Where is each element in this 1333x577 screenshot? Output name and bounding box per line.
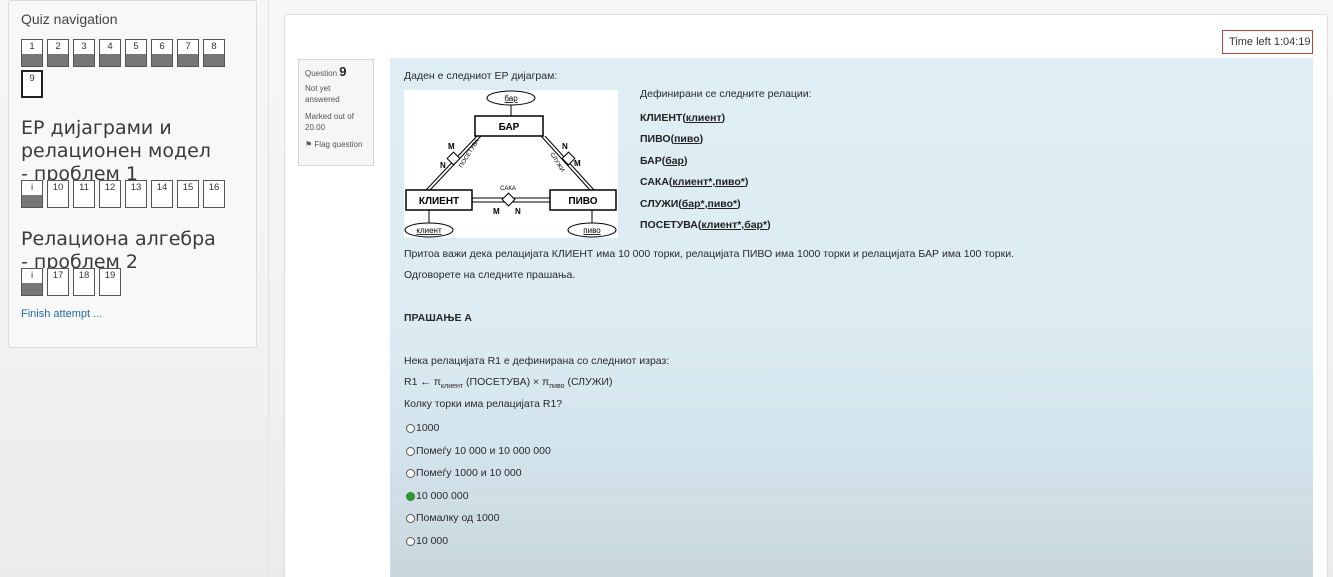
- section-title-er-diagrams: ЕР дијаграми и релационен модел - пробле…: [21, 117, 211, 185]
- question-button-15[interactable]: 15: [177, 180, 199, 208]
- question-button-7[interactable]: 7: [177, 39, 199, 67]
- relational-formula: R1 ← πклиент (ПОСЕТУВА) × πпиво (СЛУЖИ): [404, 376, 613, 391]
- question-button-3[interactable]: 3: [73, 39, 95, 67]
- question-button-5[interactable]: 5: [125, 39, 147, 67]
- er-attr-klient: клиент: [416, 226, 442, 235]
- answer-option-5[interactable]: Помалку од 1000: [406, 512, 499, 524]
- er-card-m3: M: [493, 207, 500, 216]
- relations-header: Дефинирани се следните релации:: [640, 88, 812, 100]
- question-button-6[interactable]: 6: [151, 39, 173, 67]
- relation-pivo: ПИВО(пиво): [640, 133, 704, 145]
- er-rel-saka: САКА: [500, 186, 516, 192]
- answer-option-6[interactable]: 10 000: [406, 535, 448, 547]
- radio-button[interactable]: [406, 446, 415, 456]
- er-card-m2: M: [574, 159, 581, 168]
- question-button-2[interactable]: 2: [47, 39, 69, 67]
- question-button-12[interactable]: 12: [99, 180, 121, 208]
- relation-bar: БАР(бар): [640, 154, 688, 167]
- question-text-how-many: Колку торки има релацијата R1?: [404, 398, 563, 410]
- radio-button[interactable]: [406, 536, 415, 546]
- radio-button[interactable]: [406, 468, 415, 478]
- question-text-definition: Нека релацијата R1 е дефинирана со следн…: [404, 355, 670, 367]
- question-button-11[interactable]: 11: [73, 180, 95, 208]
- answer-option-3[interactable]: Помеѓу 1000 и 10 000: [406, 467, 522, 479]
- er-entity-pivo: ПИВО: [568, 196, 597, 207]
- question-button-18[interactable]: 18: [73, 268, 95, 296]
- question-content: Даден е следниот ЕР дијаграм: бар БАР КЛ…: [390, 58, 1313, 577]
- paragraph-instructions: Одговорете на следните прашања.: [404, 269, 576, 281]
- relation-saka: САКА(клиент*,пиво*): [640, 176, 749, 188]
- question-button-19[interactable]: 19: [99, 268, 121, 296]
- question-button-1[interactable]: 1: [21, 39, 43, 67]
- question-status: Not yet answered: [305, 84, 340, 104]
- flag-question-button[interactable]: ⚑ Flag question: [305, 139, 367, 150]
- er-attr-bar: бар: [504, 94, 518, 103]
- relation-sluzhi: СЛУЖИ(бар*,пиво*): [640, 197, 741, 210]
- time-left-timer: Time left 1:04:19: [1222, 30, 1313, 54]
- question-info-box: Question 9 Not yet answered Marked out o…: [298, 59, 374, 166]
- question-a-heading: ПРАШАЊЕ А: [404, 312, 473, 324]
- finish-attempt-link[interactable]: Finish attempt ...: [21, 308, 244, 320]
- radio-button-checked[interactable]: [406, 491, 415, 501]
- section1-question-grid: i 10 11 12 13 14 15 16: [21, 180, 231, 208]
- er-diagram: бар БАР КЛИЕНТ ПИВО клиент пиво ПОСЕТУВА…: [404, 90, 618, 238]
- er-attr-pivo: пиво: [583, 226, 601, 235]
- quiz-navigation-block: Quiz navigation 1 2 3 4 5 6 7 8 9 ЕР диј…: [8, 0, 257, 348]
- radio-button[interactable]: [406, 423, 415, 433]
- question-button-13[interactable]: 13: [125, 180, 147, 208]
- relations-list: Дефинирани се следните релации: КЛИЕНТ(к…: [640, 84, 812, 237]
- question-button-14[interactable]: 14: [151, 180, 173, 208]
- er-card-m1: M: [448, 142, 455, 151]
- er-card-n1: N: [440, 161, 446, 170]
- er-entity-bar: БАР: [499, 122, 520, 133]
- er-card-n3: N: [515, 207, 521, 216]
- question-grid: 1 2 3 4 5 6 7 8 9: [21, 39, 231, 98]
- question-number: 9: [339, 64, 347, 79]
- relation-klient: КЛИЕНТ(клиент): [640, 111, 726, 124]
- question-button-8[interactable]: 8: [203, 39, 225, 67]
- question-intro: Даден е следниот ЕР дијаграм:: [404, 70, 558, 82]
- question-button-10[interactable]: 10: [47, 180, 69, 208]
- quiz-navigation-title: Quiz navigation: [21, 11, 118, 27]
- info-button-section1[interactable]: i: [21, 180, 43, 208]
- paragraph-tuple-counts: Притоа важи дека релацијата КЛИЕНТ има 1…: [404, 248, 1014, 260]
- question-button-17[interactable]: 17: [47, 268, 69, 296]
- question-label: Question: [305, 69, 338, 78]
- answer-option-1[interactable]: 1000: [406, 422, 439, 434]
- flag-question-label: Flag question: [314, 140, 363, 149]
- question-button-9-current[interactable]: 9: [21, 70, 43, 98]
- flag-icon: ⚑: [305, 140, 313, 149]
- answer-option-2[interactable]: Помеѓу 10 000 и 10 000 000: [406, 445, 551, 457]
- question-button-4[interactable]: 4: [99, 39, 121, 67]
- er-card-n2: N: [562, 142, 568, 151]
- relation-poseta: ПОСЕТУВА(клиент*,бар*): [640, 219, 771, 231]
- question-button-16[interactable]: 16: [203, 180, 225, 208]
- radio-button[interactable]: [406, 513, 415, 523]
- info-button-section2[interactable]: i: [21, 268, 43, 296]
- er-entity-klient: КЛИЕНТ: [419, 196, 459, 207]
- answer-option-4-selected[interactable]: 10 000 000: [406, 490, 469, 502]
- question-marks: Marked out of 20.00: [305, 112, 354, 132]
